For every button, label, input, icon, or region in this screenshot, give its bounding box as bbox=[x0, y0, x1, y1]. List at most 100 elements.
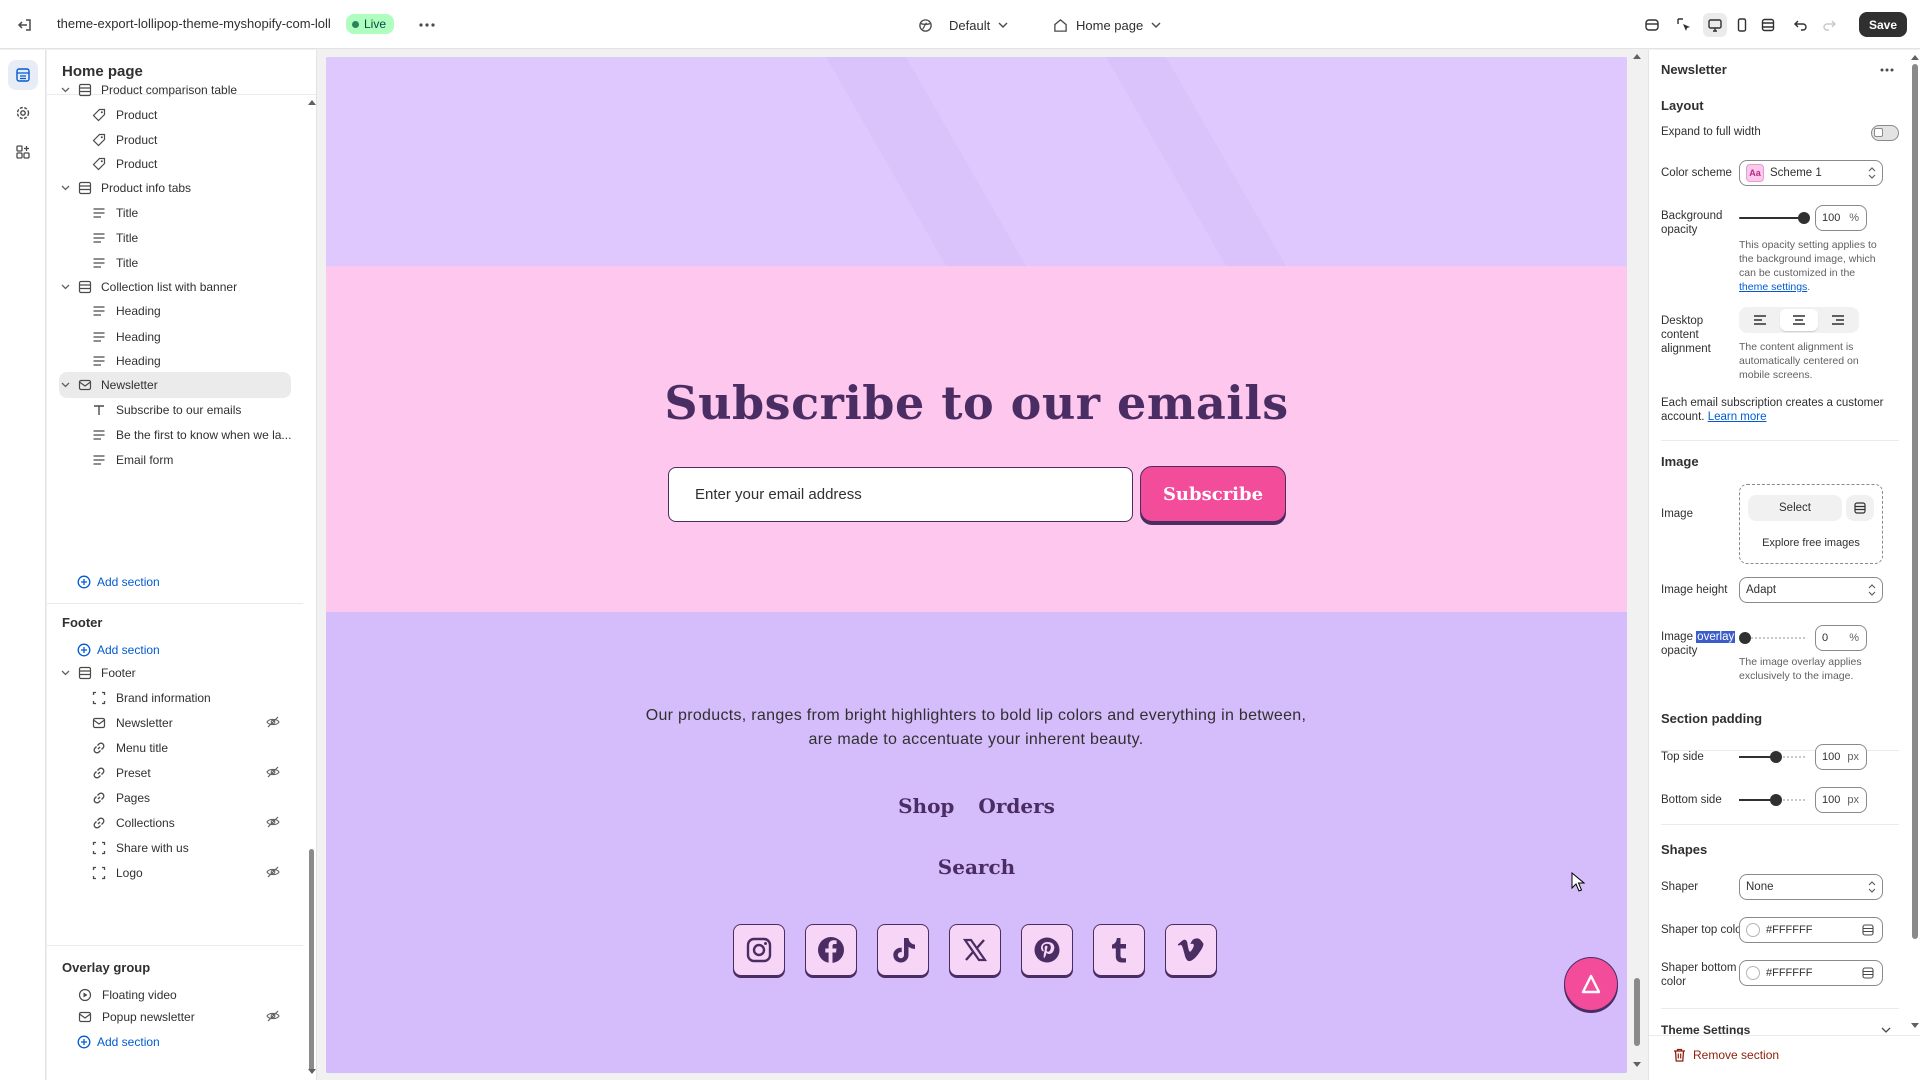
facebook-icon[interactable] bbox=[805, 924, 857, 976]
image-height-select[interactable]: Adapt bbox=[1739, 577, 1883, 603]
apps-icon[interactable] bbox=[8, 137, 38, 167]
background-opacity-slider[interactable] bbox=[1739, 210, 1810, 226]
slider-knob[interactable] bbox=[1739, 632, 1751, 644]
slider-knob[interactable] bbox=[1770, 794, 1782, 806]
background-opacity-input[interactable]: 100% bbox=[1815, 205, 1867, 231]
color-swatch[interactable] bbox=[1746, 923, 1760, 937]
theme-settings-link[interactable]: theme settings bbox=[1739, 281, 1807, 293]
block-collections[interactable]: Collections bbox=[47, 810, 302, 836]
image-overlay-opacity-slider[interactable] bbox=[1739, 630, 1807, 646]
hidden-eye-icon[interactable] bbox=[266, 865, 282, 881]
desktop-view-icon[interactable] bbox=[1703, 13, 1727, 37]
section-product-info-tabs[interactable]: Product info tabs bbox=[47, 175, 302, 201]
block-title[interactable]: Title bbox=[47, 225, 302, 251]
align-center-icon[interactable] bbox=[1780, 309, 1818, 331]
save-button[interactable]: Save bbox=[1859, 12, 1907, 37]
left-panel-scrollbar[interactable] bbox=[306, 94, 316, 1080]
top-side-input[interactable]: 100 px bbox=[1815, 744, 1867, 770]
redo-icon[interactable] bbox=[1819, 15, 1839, 35]
chevron-down-icon[interactable] bbox=[59, 185, 71, 191]
x-icon[interactable] bbox=[949, 924, 1001, 976]
block-newsletter[interactable]: Newsletter bbox=[47, 710, 302, 736]
section-collection-list-with-banner[interactable]: Collection list with banner bbox=[47, 274, 302, 300]
image-library-icon[interactable] bbox=[1846, 495, 1874, 521]
instagram-icon[interactable] bbox=[733, 924, 785, 976]
inspector-icon[interactable] bbox=[1674, 15, 1694, 35]
chevron-down-icon[interactable] bbox=[59, 87, 71, 93]
select-image-button[interactable]: Select bbox=[1748, 495, 1842, 521]
tumblr-icon[interactable] bbox=[1093, 924, 1145, 976]
hidden-eye-icon[interactable] bbox=[266, 815, 282, 831]
section-footer[interactable]: Footer bbox=[47, 660, 302, 686]
block-email-form[interactable]: Email form bbox=[47, 447, 302, 473]
align-left-icon[interactable] bbox=[1741, 309, 1778, 331]
vimeo-icon[interactable] bbox=[1165, 924, 1217, 976]
preview-section-newsletter[interactable]: Subscribe to our emails Enter your email… bbox=[326, 266, 1627, 612]
chevron-down-icon[interactable] bbox=[59, 670, 71, 676]
tiktok-icon[interactable] bbox=[877, 924, 929, 976]
more-options-icon[interactable] bbox=[1877, 60, 1897, 80]
chevron-down-icon[interactable] bbox=[59, 284, 71, 290]
block-heading[interactable]: Heading bbox=[47, 348, 302, 374]
exit-icon[interactable] bbox=[15, 15, 35, 35]
more-actions-icon[interactable] bbox=[417, 15, 437, 35]
hidden-eye-icon[interactable] bbox=[266, 765, 282, 781]
undo-icon[interactable] bbox=[1791, 15, 1811, 35]
footer-menu-link-search[interactable]: Search bbox=[326, 855, 1627, 879]
color-scheme-select[interactable]: Aa Scheme 1 bbox=[1739, 160, 1883, 186]
settings-scrollbar[interactable] bbox=[1909, 50, 1920, 1035]
full-width-view-icon[interactable] bbox=[1758, 15, 1778, 35]
block-brand-information[interactable]: Brand information bbox=[47, 685, 302, 711]
bottom-side-input[interactable]: 100 px bbox=[1815, 787, 1867, 813]
block-heading[interactable]: Heading bbox=[47, 298, 302, 324]
preview-section-footer[interactable]: Our products, ranges from bright highlig… bbox=[326, 612, 1627, 1073]
block-share-with-us[interactable]: Share with us bbox=[47, 835, 302, 861]
scroll-thumb[interactable] bbox=[1912, 64, 1918, 939]
add-section-button[interactable]: Add section bbox=[77, 572, 160, 592]
hidden-eye-icon[interactable] bbox=[266, 715, 282, 731]
scroll-thumb[interactable] bbox=[309, 849, 314, 1071]
bottom-side-slider[interactable] bbox=[1739, 792, 1807, 808]
learn-more-link[interactable]: Learn more bbox=[1708, 411, 1767, 423]
add-overlay-section-button[interactable]: Add section bbox=[77, 1032, 160, 1052]
top-side-slider[interactable] bbox=[1739, 749, 1807, 765]
block-be-the-first-to-know-when-we-la[interactable]: Be the first to know when we la... bbox=[47, 422, 302, 448]
slider-knob[interactable] bbox=[1770, 751, 1782, 763]
locale-select[interactable]: Default bbox=[918, 14, 1008, 36]
section-product-comparison-table[interactable]: Product comparison table bbox=[47, 77, 302, 103]
block-product[interactable]: Product bbox=[47, 151, 302, 177]
slider-knob[interactable] bbox=[1798, 212, 1810, 224]
block-product[interactable]: Product bbox=[47, 102, 302, 128]
shaper-select[interactable]: None bbox=[1739, 874, 1883, 900]
block-logo[interactable]: Logo bbox=[47, 860, 302, 886]
block-product[interactable]: Product bbox=[47, 127, 302, 153]
block-popup-newsletter[interactable]: Popup newsletter bbox=[47, 1004, 302, 1030]
subscribe-button[interactable]: Subscribe bbox=[1140, 466, 1286, 522]
block-preset[interactable]: Preset bbox=[47, 760, 302, 786]
image-overlay-opacity-input[interactable]: 0% bbox=[1815, 625, 1867, 651]
preview-scrollbar[interactable] bbox=[1630, 50, 1644, 1080]
chevron-down-icon[interactable] bbox=[59, 382, 71, 388]
block-heading[interactable]: Heading bbox=[47, 324, 302, 350]
scroll-to-top-button[interactable] bbox=[1564, 957, 1618, 1011]
block-pages[interactable]: Pages bbox=[47, 785, 302, 811]
sections-icon[interactable] bbox=[8, 60, 38, 90]
remove-section-button[interactable]: Remove section bbox=[1673, 1048, 1779, 1062]
pinterest-icon[interactable] bbox=[1021, 924, 1073, 976]
block-subscribe-to-our-emails[interactable]: Subscribe to our emails bbox=[47, 397, 302, 423]
footer-menu-link-orders[interactable]: Orders bbox=[978, 794, 1054, 818]
block-menu-title[interactable]: Menu title bbox=[47, 735, 302, 761]
scroll-thumb[interactable] bbox=[1634, 978, 1640, 1046]
color-swatch[interactable] bbox=[1746, 966, 1760, 980]
email-input[interactable]: Enter your email address bbox=[668, 467, 1133, 522]
shaper-top-color-input[interactable]: #FFFFFF bbox=[1739, 917, 1883, 943]
mobile-view-icon[interactable] bbox=[1732, 15, 1752, 35]
expand-full-width-toggle[interactable] bbox=[1871, 125, 1899, 141]
theme-settings-gear-icon[interactable] bbox=[8, 98, 38, 128]
shaper-bottom-color-input[interactable]: #FFFFFF bbox=[1739, 960, 1883, 986]
store-icon[interactable] bbox=[1642, 15, 1662, 35]
add-footer-section-button[interactable]: Add section bbox=[77, 640, 160, 660]
section-newsletter[interactable]: Newsletter bbox=[59, 372, 291, 398]
align-right-icon[interactable] bbox=[1820, 309, 1857, 331]
footer-menu-link-shop[interactable]: Shop bbox=[898, 794, 954, 818]
